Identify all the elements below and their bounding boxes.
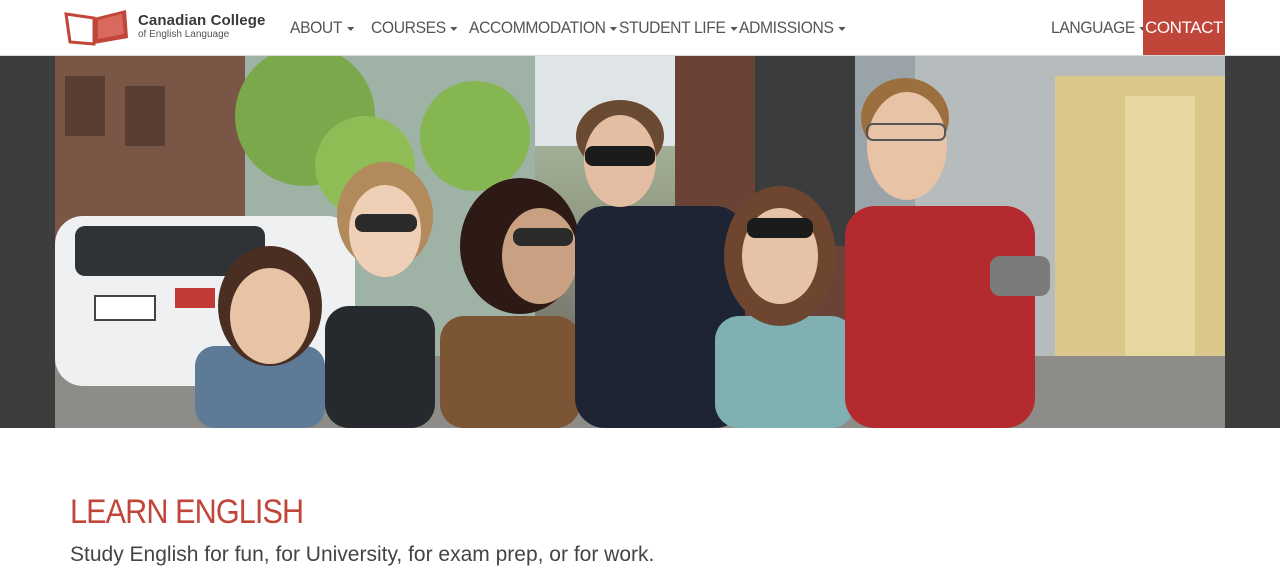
caret-down-icon [450, 26, 458, 31]
brand-logo-link[interactable]: Canadian College of English Language [64, 6, 265, 46]
top-navbar: Canadian College of English Language ABO… [0, 0, 1280, 56]
nav-about-label: ABOUT [290, 17, 343, 37]
caret-down-icon [610, 26, 618, 31]
nav-student-life-label: STUDENT LIFE [619, 17, 726, 37]
nav-admissions[interactable]: ADMISSIONS [739, 0, 846, 55]
nav-language-label: LANGUAGE [1051, 17, 1135, 37]
nav-accommodation[interactable]: ACCOMMODATION [469, 0, 618, 55]
nav-language[interactable]: LANGUAGE [1051, 0, 1147, 55]
brand-name: Canadian College [138, 11, 266, 29]
nav-about[interactable]: ABOUT [290, 0, 354, 55]
group-photo-image [55, 56, 1225, 428]
nav-admissions-label: ADMISSIONS [739, 17, 834, 37]
open-book-logo-icon [64, 10, 128, 46]
page-subline: Study English for fun, for University, f… [70, 543, 655, 566]
nav-student-life[interactable]: STUDENT LIFE [619, 0, 738, 55]
nav-accommodation-label: ACCOMMODATION [469, 17, 606, 37]
caret-down-icon [346, 26, 354, 31]
hero-image [55, 56, 1225, 428]
caret-down-icon [730, 26, 738, 31]
nav-courses[interactable]: COURSES [371, 0, 458, 55]
nav-courses-label: COURSES [371, 17, 446, 37]
contact-label: CONTACT [1144, 17, 1224, 37]
contact-button[interactable]: CONTACT [1143, 0, 1225, 55]
caret-down-icon [838, 26, 846, 31]
page-headline: LEARN ENGLISH [70, 493, 304, 531]
brand-subtitle: of English Language [138, 28, 230, 40]
